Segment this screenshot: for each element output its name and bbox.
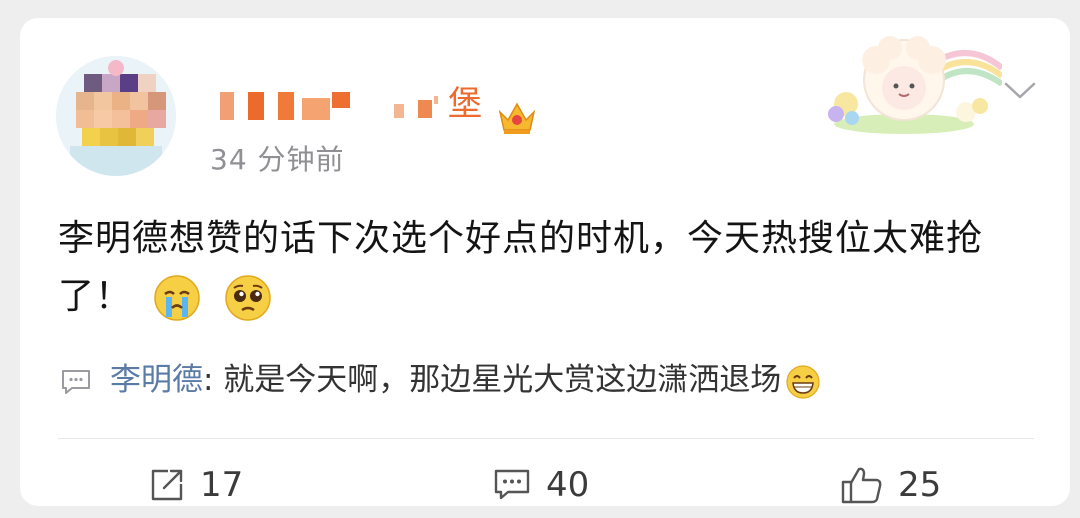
chevron-down-icon[interactable] — [1002, 78, 1038, 102]
share-icon — [151, 469, 183, 501]
thumbs-up-icon — [841, 467, 882, 504]
comment-preview-icon — [62, 369, 90, 394]
grinning-face-emoji — [786, 364, 820, 399]
crying-face-emoji — [154, 275, 201, 321]
comment-text: 就是今天啊，那边星光大赏这边潇洒退场 — [213, 362, 782, 398]
post-time: 34 分钟前 — [210, 143, 345, 176]
avatar[interactable] — [56, 56, 176, 176]
comment-count: 40 — [546, 465, 590, 505]
comment-separator: : — [203, 362, 214, 398]
divider — [58, 438, 1034, 439]
username[interactable]: 堡 — [448, 84, 482, 124]
comment-button[interactable]: 40 — [492, 462, 589, 508]
post-content: 李明德想赞的话下次选个好点的时机，今天热搜位太难抢了！ — [58, 210, 1048, 326]
featured-comment[interactable]: 李明德: 就是今天啊，那边星光大赏这边潇洒退场 — [60, 358, 1040, 402]
crown-icon — [498, 102, 536, 134]
repost-button[interactable]: 17 — [148, 462, 243, 508]
pleading-face-emoji — [225, 275, 271, 321]
repost-count: 17 — [200, 465, 244, 505]
comment-author[interactable]: 李明德 — [110, 362, 203, 398]
comment-icon — [494, 469, 530, 500]
decoration-sticker[interactable] — [806, 28, 1002, 136]
post-card: 堡 34 分钟前 李明德想赞的话下次选个好点的时机，今天热搜位太难抢了！ 李明德… — [20, 18, 1070, 506]
like-count: 25 — [898, 465, 942, 505]
like-button[interactable]: 25 — [840, 462, 941, 508]
avatar-image — [56, 56, 176, 176]
